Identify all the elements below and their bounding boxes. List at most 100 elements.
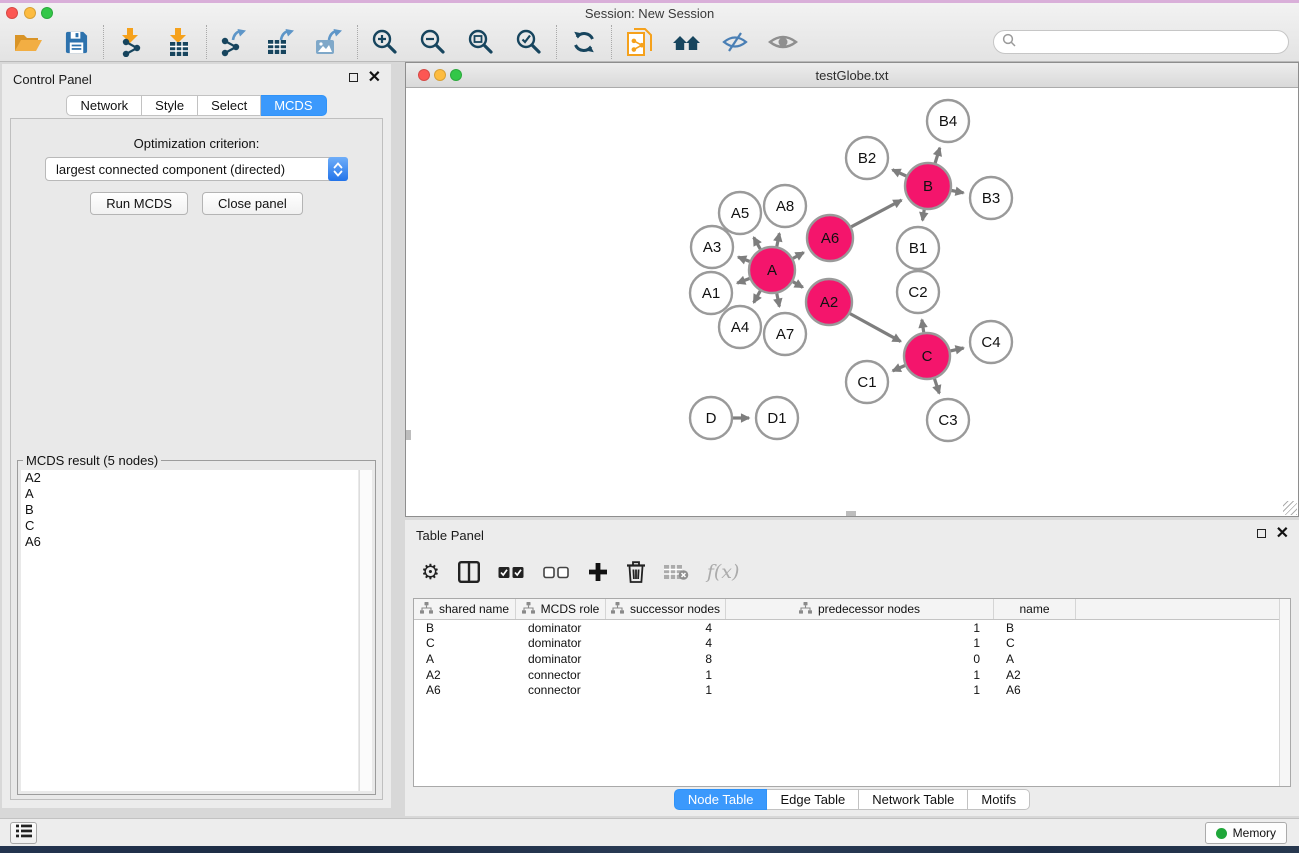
node-A5[interactable]: A5 [719,192,761,234]
node-A3[interactable]: A3 [691,226,733,268]
zoom-in-icon[interactable] [369,25,401,59]
node-C[interactable]: C [904,333,950,379]
table-cell[interactable]: 8 [606,652,726,666]
node-C3[interactable]: C3 [927,399,969,441]
zoom-selected-icon[interactable] [513,25,545,59]
table-cell[interactable]: connector [516,668,606,682]
table-row[interactable]: Adominator80A [414,651,1290,667]
memory-button[interactable]: Memory [1205,822,1287,844]
float-table-panel-icon[interactable] [1257,529,1266,538]
node-B2[interactable]: B2 [846,137,888,179]
node-B[interactable]: B [905,163,951,209]
table-cell[interactable]: 1 [606,683,726,697]
table-cell[interactable]: A [994,652,1076,666]
tab-network[interactable]: Network [66,95,142,116]
table-scrollbar[interactable] [1279,599,1290,786]
export-network-icon[interactable] [218,25,250,59]
tab-select[interactable]: Select [198,95,261,116]
mcds-result-list[interactable]: A2ABCA6 [21,470,358,791]
edge-C-C1[interactable] [893,366,905,371]
select-all-icon[interactable] [498,566,525,579]
import-table-icon[interactable] [163,25,195,59]
node-A7[interactable]: A7 [764,313,806,355]
export-image-icon[interactable] [314,25,346,59]
table-tab-motifs[interactable]: Motifs [968,789,1030,810]
zoom-out-icon[interactable] [417,25,449,59]
node-C4[interactable]: C4 [970,321,1012,363]
hide-panel-icon[interactable] [719,25,751,59]
node-C2[interactable]: C2 [897,271,939,313]
column-header-mcds-role[interactable]: MCDS role [516,599,606,619]
edge-B-B1[interactable] [923,210,925,221]
result-scrollbar[interactable] [359,470,372,791]
deselect-all-icon[interactable] [543,566,570,579]
node-A4[interactable]: A4 [719,306,761,348]
edge-A-A3[interactable] [738,257,750,261]
table-row[interactable]: Bdominator41B [414,620,1290,636]
table-tab-edge-table[interactable]: Edge Table [767,789,859,810]
edge-A-A1[interactable] [737,279,749,284]
close-table-panel-icon[interactable]: ✕ [1276,528,1289,539]
criterion-select[interactable]: largest connected component (directed) [45,157,348,181]
network-canvas[interactable]: B4B2BB3A8A5A6A3B1AA1C2A2A4A7C4CC1C3DD1 [406,89,1298,516]
edge-A-A8[interactable] [777,233,780,246]
table-cell[interactable]: A6 [414,683,516,697]
v-scroll-indicator[interactable] [406,430,411,440]
home-icon[interactable] [671,25,703,59]
float-panel-icon[interactable] [349,73,358,82]
node-A1[interactable]: A1 [690,272,732,314]
table-row[interactable]: Cdominator41C [414,636,1290,652]
table-row[interactable]: A6connector11A6 [414,682,1290,698]
table-cell[interactable]: 1 [726,668,994,682]
table-cell[interactable]: C [994,636,1076,650]
open-session-icon[interactable] [12,25,44,59]
network-window-titlebar[interactable]: testGlobe.txt [406,63,1298,88]
columns-icon[interactable] [458,561,480,583]
show-panel-icon[interactable] [767,25,799,59]
run-mcds-button[interactable]: Run MCDS [90,192,188,215]
node-A8[interactable]: A8 [764,185,806,227]
search-box[interactable] [993,30,1289,54]
table-cell[interactable]: 1 [726,621,994,635]
column-header-successor-nodes[interactable]: successor nodes [606,599,726,619]
node-D[interactable]: D [690,397,732,439]
network-from-file-icon[interactable] [623,25,655,59]
search-input[interactable] [1021,34,1280,51]
task-history-button[interactable] [10,822,37,844]
table-cell[interactable]: 0 [726,652,994,666]
edge-A-A5[interactable] [754,237,761,249]
table-cell[interactable]: 1 [726,683,994,697]
node-B1[interactable]: B1 [897,227,939,269]
import-network-icon[interactable] [115,25,147,59]
column-header-name[interactable]: name [994,599,1076,619]
delete-row-icon[interactable] [626,560,646,584]
node-D1[interactable]: D1 [756,397,798,439]
table-cell[interactable]: C [414,636,516,650]
table-row[interactable]: A2connector11A2 [414,667,1290,683]
node-A6[interactable]: A6 [807,215,853,261]
node-A2[interactable]: A2 [806,279,852,325]
edge-A6-B[interactable] [851,200,901,227]
edge-A-A2[interactable] [793,282,803,288]
result-item[interactable]: A2 [21,470,358,486]
edge-A-A6[interactable] [793,253,804,259]
close-panel-button[interactable]: Close panel [202,192,303,215]
table-cell[interactable]: 1 [606,668,726,682]
node-B4[interactable]: B4 [927,100,969,142]
table-tab-network-table[interactable]: Network Table [859,789,968,810]
table-cell[interactable]: dominator [516,621,606,635]
table-cell[interactable]: dominator [516,636,606,650]
edge-A2-C[interactable] [850,314,901,342]
edge-B-B2[interactable] [892,170,906,176]
edge-C-C2[interactable] [922,320,924,333]
h-scroll-indicator[interactable] [846,511,856,516]
resize-grip-icon[interactable] [1283,501,1297,515]
result-item[interactable]: A [21,486,358,502]
table-cell[interactable]: connector [516,683,606,697]
export-table-icon[interactable] [266,25,298,59]
result-item[interactable]: B [21,502,358,518]
gear-icon[interactable]: ⚙ [421,562,440,583]
table-cell[interactable]: B [994,621,1076,635]
column-header-predecessor-nodes[interactable]: predecessor nodes [726,599,994,619]
result-item[interactable]: C [21,518,358,534]
